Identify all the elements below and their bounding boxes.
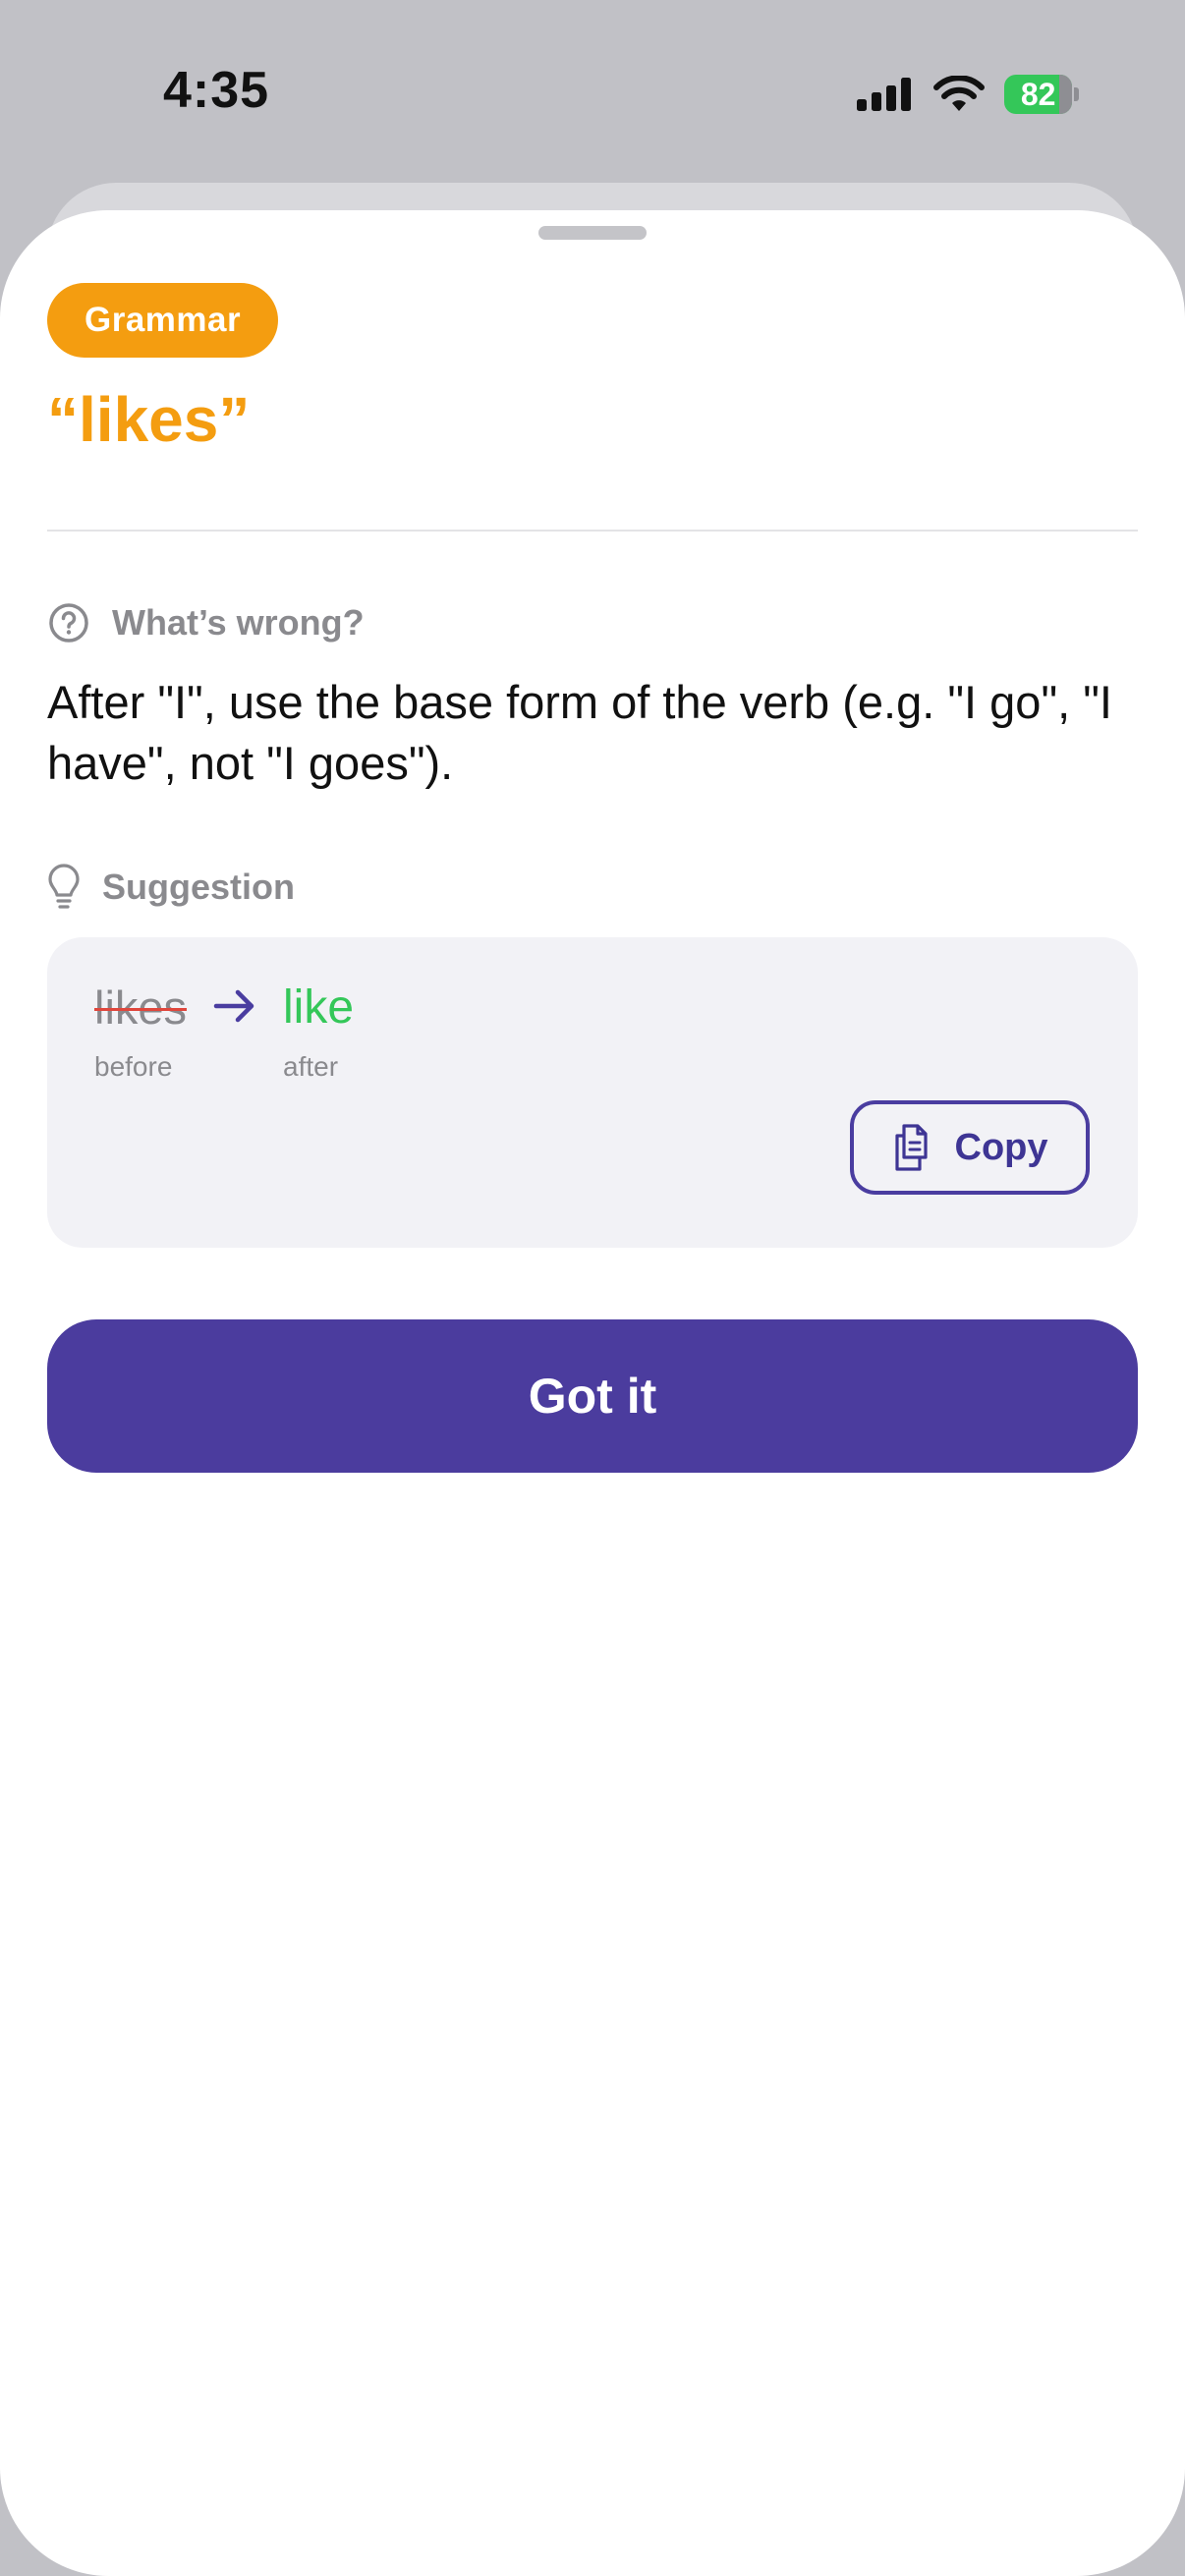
wifi-icon (933, 76, 985, 111)
got-it-button[interactable]: Got it (47, 1319, 1138, 1473)
suggestion-card: likes like before after Copy (47, 937, 1138, 1248)
battery-level: 82 (1020, 76, 1056, 112)
status-bar: 4:35 82 (0, 0, 1185, 187)
suggestion-header: Suggestion (47, 863, 295, 912)
after-word: like (283, 981, 355, 1034)
flagged-word: “likes” (47, 384, 251, 455)
question-circle-icon (49, 603, 88, 643)
status-time: 4:35 (163, 62, 270, 119)
copy-label: Copy (954, 1126, 1048, 1168)
suggestion-label: Suggestion (102, 867, 295, 907)
whats-wrong-label: What’s wrong? (112, 602, 365, 643)
category-badge: Grammar (47, 283, 279, 358)
issue-detail-sheet: Grammar “likes” What’s wrong? After "I",… (0, 210, 1185, 2576)
arrow-right-icon (213, 989, 254, 1023)
divider (47, 530, 1138, 532)
before-label: before (94, 1051, 173, 1082)
battery-icon: 82 (1004, 75, 1079, 114)
after-label: after (283, 1051, 339, 1082)
sheet-grabber[interactable] (538, 226, 647, 240)
whats-wrong-header: What’s wrong? (47, 601, 365, 644)
lightbulb-icon (48, 864, 80, 909)
copy-icon (894, 1124, 928, 1171)
explanation-text: After "I", use the base form of the verb… (47, 676, 1112, 789)
cellular-signal-icon (857, 78, 911, 111)
status-icons: 82 (857, 75, 1079, 114)
before-word: likes (94, 981, 188, 1034)
copy-button[interactable]: Copy (850, 1100, 1090, 1195)
